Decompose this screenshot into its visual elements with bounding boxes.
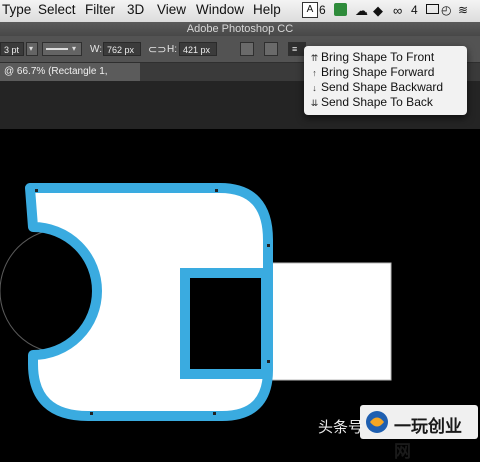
anchor-point[interactable] [267, 244, 270, 247]
path-arrangement-menu: ⇈ Bring Shape To Front ↑ Bring Shape Forwa… [304, 46, 467, 115]
anchor-point[interactable] [267, 360, 270, 363]
bring-shape-forward-label: Bring Shape Forward [321, 65, 435, 79]
send-shape-backward-item[interactable]: ↓ Send Shape Backward [308, 80, 463, 95]
send-shape-backward-label: Send Shape Backward [321, 80, 444, 94]
brand-text: 一玩创业网 [394, 417, 462, 461]
rectangle-2[interactable] [261, 262, 392, 381]
anchor-point[interactable] [35, 189, 38, 192]
anchor-point[interactable] [213, 412, 216, 415]
inner-square[interactable] [180, 268, 271, 379]
send-to-back-icon: ⇊ [310, 98, 319, 108]
send-shape-to-back-label: Send Shape To Back [321, 95, 433, 109]
bring-shape-forward-item[interactable]: ↑ Bring Shape Forward [308, 65, 463, 80]
send-backward-icon: ↓ [312, 83, 317, 93]
brand-logo-icon [366, 411, 388, 433]
bring-shape-to-front-item[interactable]: ⇈ Bring Shape To Front [308, 50, 463, 65]
toutiao-watermark: 头条号 [318, 419, 364, 436]
anchor-point[interactable] [215, 189, 218, 192]
brand-watermark: 一玩创业网 [360, 405, 478, 461]
bring-to-front-icon: ⇈ [310, 53, 319, 63]
bring-shape-to-front-label: Bring Shape To Front [321, 50, 435, 64]
send-shape-to-back-item[interactable]: ⇊ Send Shape To Back [308, 95, 463, 110]
bring-forward-icon: ↑ [312, 68, 317, 78]
anchor-point[interactable] [90, 412, 93, 415]
